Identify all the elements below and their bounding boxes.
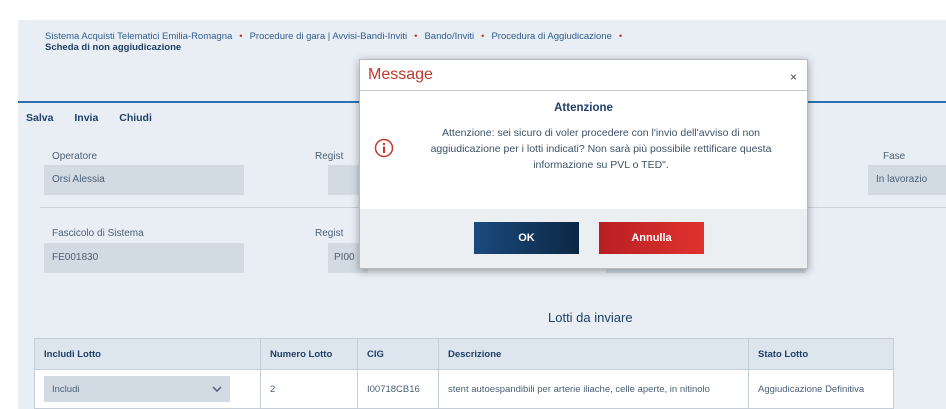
dialog-heading: Attenzione [554,102,613,114]
dialog-footer: OK Annulla [360,209,807,268]
cancel-button[interactable]: Annulla [599,222,704,254]
dialog-message: Attenzione: sei sicuro di voler proceder… [430,127,772,171]
dialog-header-divider [360,90,807,91]
dialog-title: Message [368,66,433,83]
ok-button[interactable]: OK [474,222,579,254]
page: Sistema Acquisti Telematici Emilia-Romag… [0,0,946,409]
message-dialog: Message × Attenzione Attenzione: sei sic… [359,59,808,269]
info-icon [374,138,394,158]
close-icon[interactable]: × [790,70,797,84]
